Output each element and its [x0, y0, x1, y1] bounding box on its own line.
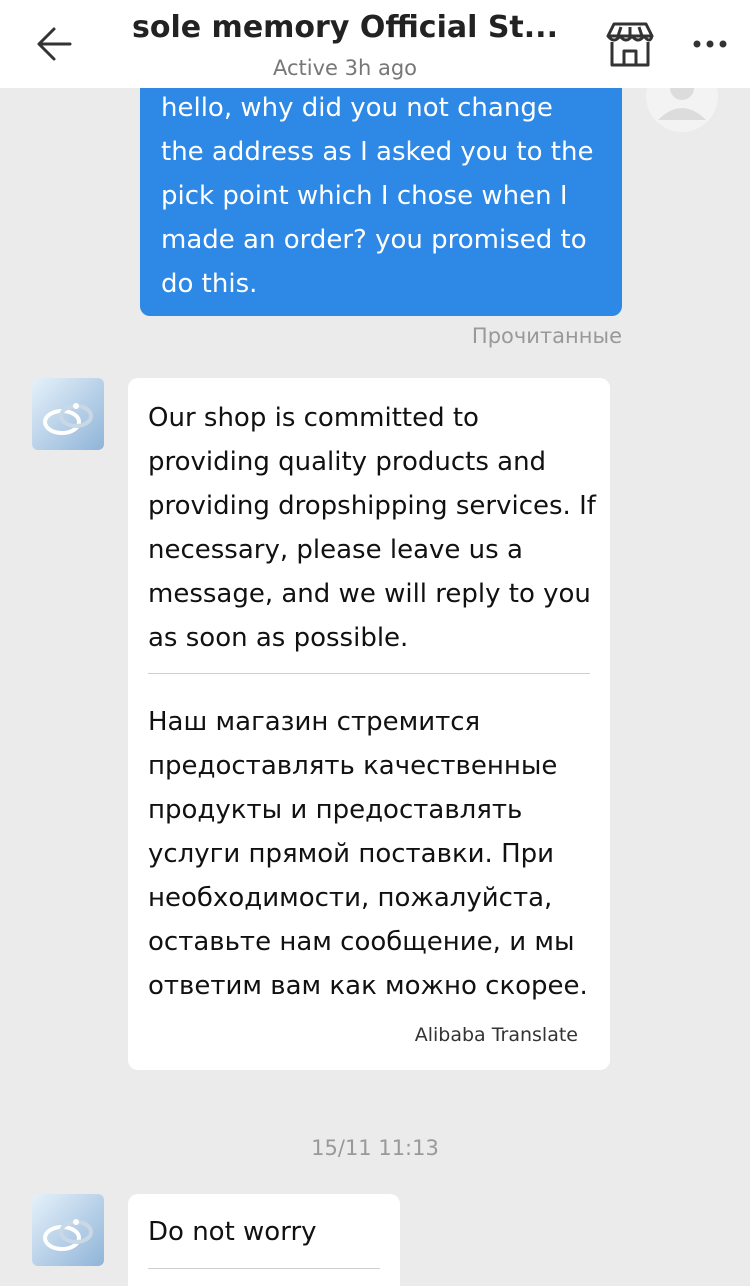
message-timestamp: 15/11 11:13: [311, 1136, 439, 1160]
translation-divider: [148, 1268, 380, 1269]
incoming-message-bubble[interactable]: Our shop is committed to providing quali…: [128, 378, 610, 1070]
shop-avatar[interactable]: [32, 378, 104, 450]
page-title: sole memory Official St...: [132, 10, 558, 45]
outgoing-message-bubble[interactable]: hello, why did you not change the addres…: [140, 60, 622, 316]
back-button[interactable]: [30, 18, 82, 70]
translation-source-label: Alibaba Translate: [414, 1024, 578, 1046]
translation-divider: [148, 673, 590, 674]
chat-header: sole memory Official St... Active 3h ago: [0, 0, 750, 88]
more-button[interactable]: [688, 28, 732, 60]
more-horizontal-icon: [693, 40, 727, 48]
shop-avatar[interactable]: [32, 1194, 104, 1266]
store-icon: [606, 22, 654, 67]
incoming-message-bubble[interactable]: Do not worry: [128, 1194, 400, 1286]
arrow-left-icon: [37, 27, 72, 61]
message-translated-text: Наш магазин стремится предоставлять каче…: [148, 707, 588, 1001]
store-button[interactable]: [604, 20, 656, 68]
message-original-text: Do not worry: [148, 1217, 317, 1247]
message-original-text: Our shop is committed to providing quali…: [148, 403, 596, 653]
read-receipt: Прочитанные: [471, 324, 622, 348]
outgoing-message-text: hello, why did you not change the addres…: [161, 93, 594, 299]
chat-screen: hello, why did you not change the addres…: [0, 0, 750, 1286]
active-status: Active 3h ago: [272, 56, 418, 80]
